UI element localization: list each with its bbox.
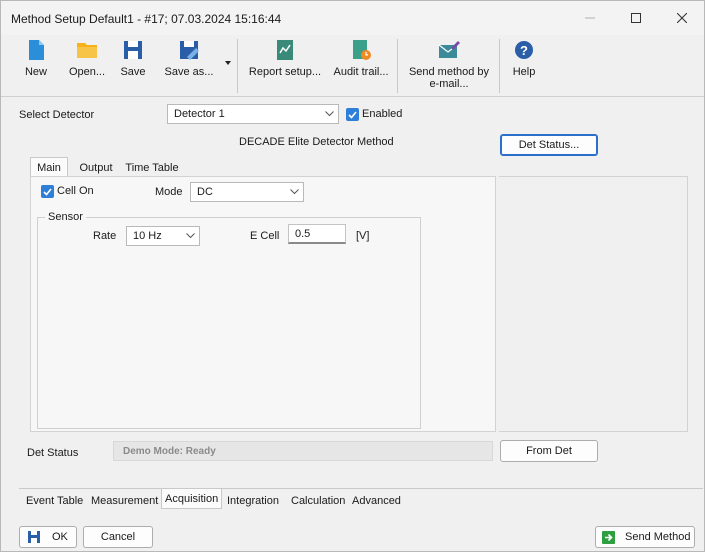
ok-label: OK: [52, 531, 68, 543]
select-detector-label: Select Detector: [19, 109, 95, 121]
new-document-icon: [29, 40, 44, 60]
ecell-label: E Cell: [250, 230, 280, 242]
new-label: New: [24, 66, 47, 78]
report-setup-label: Report setup...: [248, 66, 322, 78]
checkmark-icon: [43, 187, 52, 196]
save-as-button[interactable]: Save as...: [163, 37, 215, 93]
toolbar-separator: [499, 39, 500, 93]
chevron-down-icon: [181, 233, 199, 239]
new-button[interactable]: New: [21, 37, 51, 93]
toolbar-separator: [237, 39, 238, 93]
tab-event-table[interactable]: Event Table: [26, 492, 83, 510]
audit-trail-label: Audit trail...: [333, 66, 389, 78]
sensor-group: [37, 217, 421, 429]
toolbar-separator: [397, 39, 398, 93]
ecell-unit: [V]: [356, 230, 370, 242]
method-setup-window: Method Setup Default1 - #17; 07.03.2024 …: [0, 0, 705, 552]
mode-label: Mode: [155, 186, 183, 198]
right-pane: [499, 176, 688, 432]
send-email-button[interactable]: Send method by e-mail...: [407, 37, 491, 93]
sensor-group-title: Sensor: [45, 211, 86, 223]
send-method-button[interactable]: Send Method: [595, 526, 695, 548]
maximize-icon: [631, 13, 641, 23]
minimize-button[interactable]: [567, 1, 613, 35]
rate-select-value: 10 Hz: [133, 230, 162, 242]
send-method-label: Send Method: [625, 531, 691, 543]
close-icon: [677, 13, 687, 23]
open-button[interactable]: Open...: [67, 37, 107, 93]
cell-on-label: Cell On: [57, 185, 94, 197]
svg-text:?: ?: [520, 43, 528, 58]
chevron-down-icon: [285, 189, 303, 195]
rate-label: Rate: [93, 230, 117, 242]
send-arrow-icon: [602, 530, 615, 544]
report-setup-button[interactable]: Report setup...: [247, 37, 323, 93]
cell-on-checkbox[interactable]: [41, 185, 54, 198]
help-button[interactable]: ? Help: [511, 37, 537, 93]
report-icon: [277, 40, 293, 60]
tab-advanced[interactable]: Advanced: [352, 492, 401, 510]
save-as-label: Save as...: [164, 66, 214, 78]
save-as-dropdown-icon[interactable]: [225, 61, 231, 65]
save-label: Save: [120, 66, 146, 78]
chevron-down-icon: [320, 111, 338, 117]
mode-select[interactable]: DC: [190, 182, 304, 202]
tab-output[interactable]: Output: [73, 159, 119, 177]
save-as-icon: [180, 41, 199, 60]
mode-select-value: DC: [197, 186, 213, 198]
audit-trail-icon: [353, 40, 371, 60]
floppy-disk-icon: [28, 531, 40, 543]
method-title: DECADE Elite Detector Method: [239, 136, 394, 148]
det-status-label: Det Status: [27, 447, 79, 459]
close-button[interactable]: [659, 1, 705, 35]
help-label: Help: [512, 66, 536, 78]
cancel-button[interactable]: Cancel: [83, 526, 153, 548]
rate-select[interactable]: 10 Hz: [126, 226, 200, 246]
tab-main[interactable]: Main: [30, 157, 68, 177]
window-title: Method Setup Default1 - #17; 07.03.2024 …: [11, 12, 282, 26]
det-status-value: Demo Mode: Ready: [113, 441, 493, 461]
tab-calculation[interactable]: Calculation: [291, 492, 345, 510]
open-label: Open...: [68, 66, 106, 78]
toolbar: New Open... Save Save as... Report setup…: [1, 35, 704, 97]
audit-trail-button[interactable]: Audit trail...: [332, 37, 390, 93]
maximize-button[interactable]: [613, 1, 659, 35]
tab-measurement[interactable]: Measurement: [91, 492, 158, 510]
save-button[interactable]: Save: [117, 37, 149, 93]
from-det-button[interactable]: From Det: [500, 440, 598, 462]
bottom-tabs-divider: [19, 488, 703, 489]
title-bar: Method Setup Default1 - #17; 07.03.2024 …: [1, 1, 704, 35]
tab-integration[interactable]: Integration: [227, 492, 279, 510]
email-icon: [438, 41, 460, 58]
checkmark-icon: [348, 110, 357, 119]
ecell-input[interactable]: 0.5: [288, 224, 346, 244]
ok-button[interactable]: OK: [19, 526, 77, 548]
det-status-button[interactable]: Det Status...: [500, 134, 598, 156]
tab-acquisition[interactable]: Acquisition: [161, 489, 223, 509]
floppy-disk-icon: [124, 41, 142, 59]
detector-select-value: Detector 1: [174, 108, 225, 120]
detector-select[interactable]: Detector 1: [167, 104, 339, 124]
enabled-label: Enabled: [362, 108, 403, 120]
minimize-icon: [585, 17, 595, 19]
send-email-label: Send method by e-mail...: [408, 66, 490, 90]
help-icon: ?: [515, 41, 533, 59]
tab-time-table[interactable]: Time Table: [123, 159, 181, 177]
folder-icon: [77, 43, 97, 58]
enabled-checkbox[interactable]: [346, 108, 359, 121]
